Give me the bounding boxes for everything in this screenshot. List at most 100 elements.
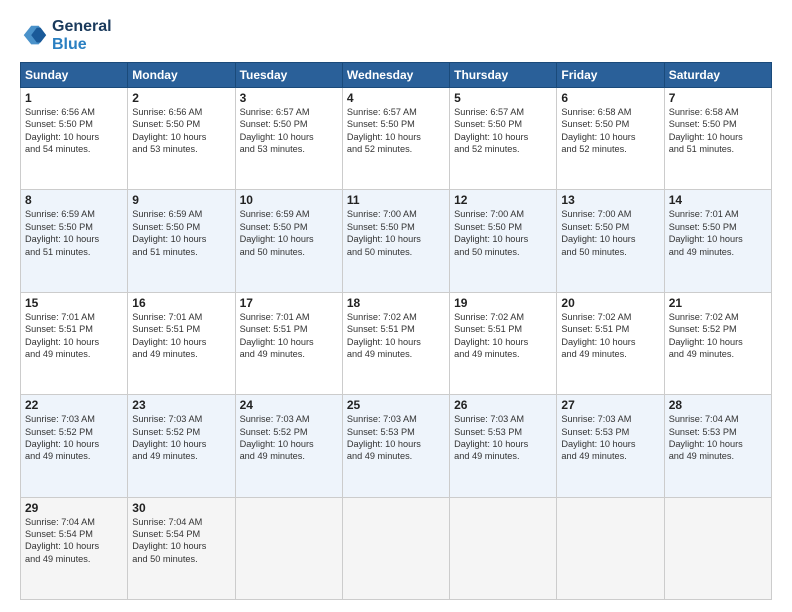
day-info: Sunrise: 6:59 AM Sunset: 5:50 PM Dayligh…: [240, 208, 338, 258]
day-cell: 7Sunrise: 6:58 AM Sunset: 5:50 PM Daylig…: [664, 88, 771, 190]
day-info: Sunrise: 6:58 AM Sunset: 5:50 PM Dayligh…: [669, 106, 767, 156]
day-info: Sunrise: 7:02 AM Sunset: 5:51 PM Dayligh…: [561, 311, 659, 361]
day-number: 6: [561, 91, 659, 105]
day-cell: 15Sunrise: 7:01 AM Sunset: 5:51 PM Dayli…: [21, 292, 128, 394]
col-header-monday: Monday: [128, 63, 235, 88]
day-info: Sunrise: 6:58 AM Sunset: 5:50 PM Dayligh…: [561, 106, 659, 156]
day-info: Sunrise: 6:56 AM Sunset: 5:50 PM Dayligh…: [25, 106, 123, 156]
day-info: Sunrise: 7:03 AM Sunset: 5:52 PM Dayligh…: [25, 413, 123, 463]
day-number: 17: [240, 296, 338, 310]
day-cell: 16Sunrise: 7:01 AM Sunset: 5:51 PM Dayli…: [128, 292, 235, 394]
day-cell: 3Sunrise: 6:57 AM Sunset: 5:50 PM Daylig…: [235, 88, 342, 190]
logo-icon: [20, 22, 48, 50]
week-row-4: 22Sunrise: 7:03 AM Sunset: 5:52 PM Dayli…: [21, 395, 772, 497]
day-cell: 27Sunrise: 7:03 AM Sunset: 5:53 PM Dayli…: [557, 395, 664, 497]
day-number: 20: [561, 296, 659, 310]
day-info: Sunrise: 7:03 AM Sunset: 5:53 PM Dayligh…: [561, 413, 659, 463]
day-number: 30: [132, 501, 230, 515]
week-row-2: 8Sunrise: 6:59 AM Sunset: 5:50 PM Daylig…: [21, 190, 772, 292]
day-number: 9: [132, 193, 230, 207]
day-cell: 5Sunrise: 6:57 AM Sunset: 5:50 PM Daylig…: [450, 88, 557, 190]
day-cell: 21Sunrise: 7:02 AM Sunset: 5:52 PM Dayli…: [664, 292, 771, 394]
day-info: Sunrise: 6:59 AM Sunset: 5:50 PM Dayligh…: [25, 208, 123, 258]
day-number: 29: [25, 501, 123, 515]
day-number: 7: [669, 91, 767, 105]
day-number: 26: [454, 398, 552, 412]
day-info: Sunrise: 7:02 AM Sunset: 5:51 PM Dayligh…: [347, 311, 445, 361]
logo-text: General Blue: [52, 18, 112, 54]
day-cell: 20Sunrise: 7:02 AM Sunset: 5:51 PM Dayli…: [557, 292, 664, 394]
day-number: 5: [454, 91, 552, 105]
day-cell: 14Sunrise: 7:01 AM Sunset: 5:50 PM Dayli…: [664, 190, 771, 292]
day-number: 28: [669, 398, 767, 412]
day-info: Sunrise: 6:56 AM Sunset: 5:50 PM Dayligh…: [132, 106, 230, 156]
day-number: 15: [25, 296, 123, 310]
day-info: Sunrise: 7:02 AM Sunset: 5:52 PM Dayligh…: [669, 311, 767, 361]
day-cell: 22Sunrise: 7:03 AM Sunset: 5:52 PM Dayli…: [21, 395, 128, 497]
day-info: Sunrise: 7:04 AM Sunset: 5:54 PM Dayligh…: [132, 516, 230, 566]
day-cell: [664, 497, 771, 599]
day-info: Sunrise: 7:00 AM Sunset: 5:50 PM Dayligh…: [454, 208, 552, 258]
day-number: 23: [132, 398, 230, 412]
calendar-table: SundayMondayTuesdayWednesdayThursdayFrid…: [20, 62, 772, 600]
day-info: Sunrise: 7:03 AM Sunset: 5:53 PM Dayligh…: [454, 413, 552, 463]
day-cell: 19Sunrise: 7:02 AM Sunset: 5:51 PM Dayli…: [450, 292, 557, 394]
col-header-thursday: Thursday: [450, 63, 557, 88]
day-info: Sunrise: 7:01 AM Sunset: 5:50 PM Dayligh…: [669, 208, 767, 258]
day-info: Sunrise: 6:57 AM Sunset: 5:50 PM Dayligh…: [454, 106, 552, 156]
day-cell: [342, 497, 449, 599]
header: General Blue: [20, 18, 772, 54]
day-info: Sunrise: 7:02 AM Sunset: 5:51 PM Dayligh…: [454, 311, 552, 361]
day-cell: 30Sunrise: 7:04 AM Sunset: 5:54 PM Dayli…: [128, 497, 235, 599]
day-number: 16: [132, 296, 230, 310]
day-number: 10: [240, 193, 338, 207]
day-cell: 6Sunrise: 6:58 AM Sunset: 5:50 PM Daylig…: [557, 88, 664, 190]
logo: General Blue: [20, 18, 112, 54]
day-info: Sunrise: 7:03 AM Sunset: 5:53 PM Dayligh…: [347, 413, 445, 463]
col-header-saturday: Saturday: [664, 63, 771, 88]
day-cell: 13Sunrise: 7:00 AM Sunset: 5:50 PM Dayli…: [557, 190, 664, 292]
col-header-sunday: Sunday: [21, 63, 128, 88]
day-number: 8: [25, 193, 123, 207]
day-cell: 10Sunrise: 6:59 AM Sunset: 5:50 PM Dayli…: [235, 190, 342, 292]
day-cell: 26Sunrise: 7:03 AM Sunset: 5:53 PM Dayli…: [450, 395, 557, 497]
day-cell: 29Sunrise: 7:04 AM Sunset: 5:54 PM Dayli…: [21, 497, 128, 599]
day-cell: 24Sunrise: 7:03 AM Sunset: 5:52 PM Dayli…: [235, 395, 342, 497]
day-cell: 23Sunrise: 7:03 AM Sunset: 5:52 PM Dayli…: [128, 395, 235, 497]
day-cell: 8Sunrise: 6:59 AM Sunset: 5:50 PM Daylig…: [21, 190, 128, 292]
day-info: Sunrise: 7:01 AM Sunset: 5:51 PM Dayligh…: [132, 311, 230, 361]
col-header-tuesday: Tuesday: [235, 63, 342, 88]
col-header-wednesday: Wednesday: [342, 63, 449, 88]
day-number: 19: [454, 296, 552, 310]
day-info: Sunrise: 7:03 AM Sunset: 5:52 PM Dayligh…: [132, 413, 230, 463]
day-number: 27: [561, 398, 659, 412]
day-number: 4: [347, 91, 445, 105]
day-cell: 28Sunrise: 7:04 AM Sunset: 5:53 PM Dayli…: [664, 395, 771, 497]
day-info: Sunrise: 7:01 AM Sunset: 5:51 PM Dayligh…: [240, 311, 338, 361]
day-info: Sunrise: 7:01 AM Sunset: 5:51 PM Dayligh…: [25, 311, 123, 361]
day-cell: [235, 497, 342, 599]
day-info: Sunrise: 7:03 AM Sunset: 5:52 PM Dayligh…: [240, 413, 338, 463]
day-cell: [450, 497, 557, 599]
day-info: Sunrise: 7:04 AM Sunset: 5:54 PM Dayligh…: [25, 516, 123, 566]
day-cell: 18Sunrise: 7:02 AM Sunset: 5:51 PM Dayli…: [342, 292, 449, 394]
header-row: SundayMondayTuesdayWednesdayThursdayFrid…: [21, 63, 772, 88]
day-cell: 4Sunrise: 6:57 AM Sunset: 5:50 PM Daylig…: [342, 88, 449, 190]
day-number: 25: [347, 398, 445, 412]
day-cell: 12Sunrise: 7:00 AM Sunset: 5:50 PM Dayli…: [450, 190, 557, 292]
day-info: Sunrise: 7:00 AM Sunset: 5:50 PM Dayligh…: [561, 208, 659, 258]
day-number: 3: [240, 91, 338, 105]
day-number: 2: [132, 91, 230, 105]
day-info: Sunrise: 6:57 AM Sunset: 5:50 PM Dayligh…: [240, 106, 338, 156]
week-row-1: 1Sunrise: 6:56 AM Sunset: 5:50 PM Daylig…: [21, 88, 772, 190]
day-number: 22: [25, 398, 123, 412]
day-info: Sunrise: 6:59 AM Sunset: 5:50 PM Dayligh…: [132, 208, 230, 258]
week-row-3: 15Sunrise: 7:01 AM Sunset: 5:51 PM Dayli…: [21, 292, 772, 394]
day-number: 18: [347, 296, 445, 310]
week-row-5: 29Sunrise: 7:04 AM Sunset: 5:54 PM Dayli…: [21, 497, 772, 599]
day-number: 13: [561, 193, 659, 207]
page: General Blue SundayMondayTuesdayWednesda…: [0, 0, 792, 612]
day-info: Sunrise: 7:00 AM Sunset: 5:50 PM Dayligh…: [347, 208, 445, 258]
day-number: 21: [669, 296, 767, 310]
day-info: Sunrise: 7:04 AM Sunset: 5:53 PM Dayligh…: [669, 413, 767, 463]
